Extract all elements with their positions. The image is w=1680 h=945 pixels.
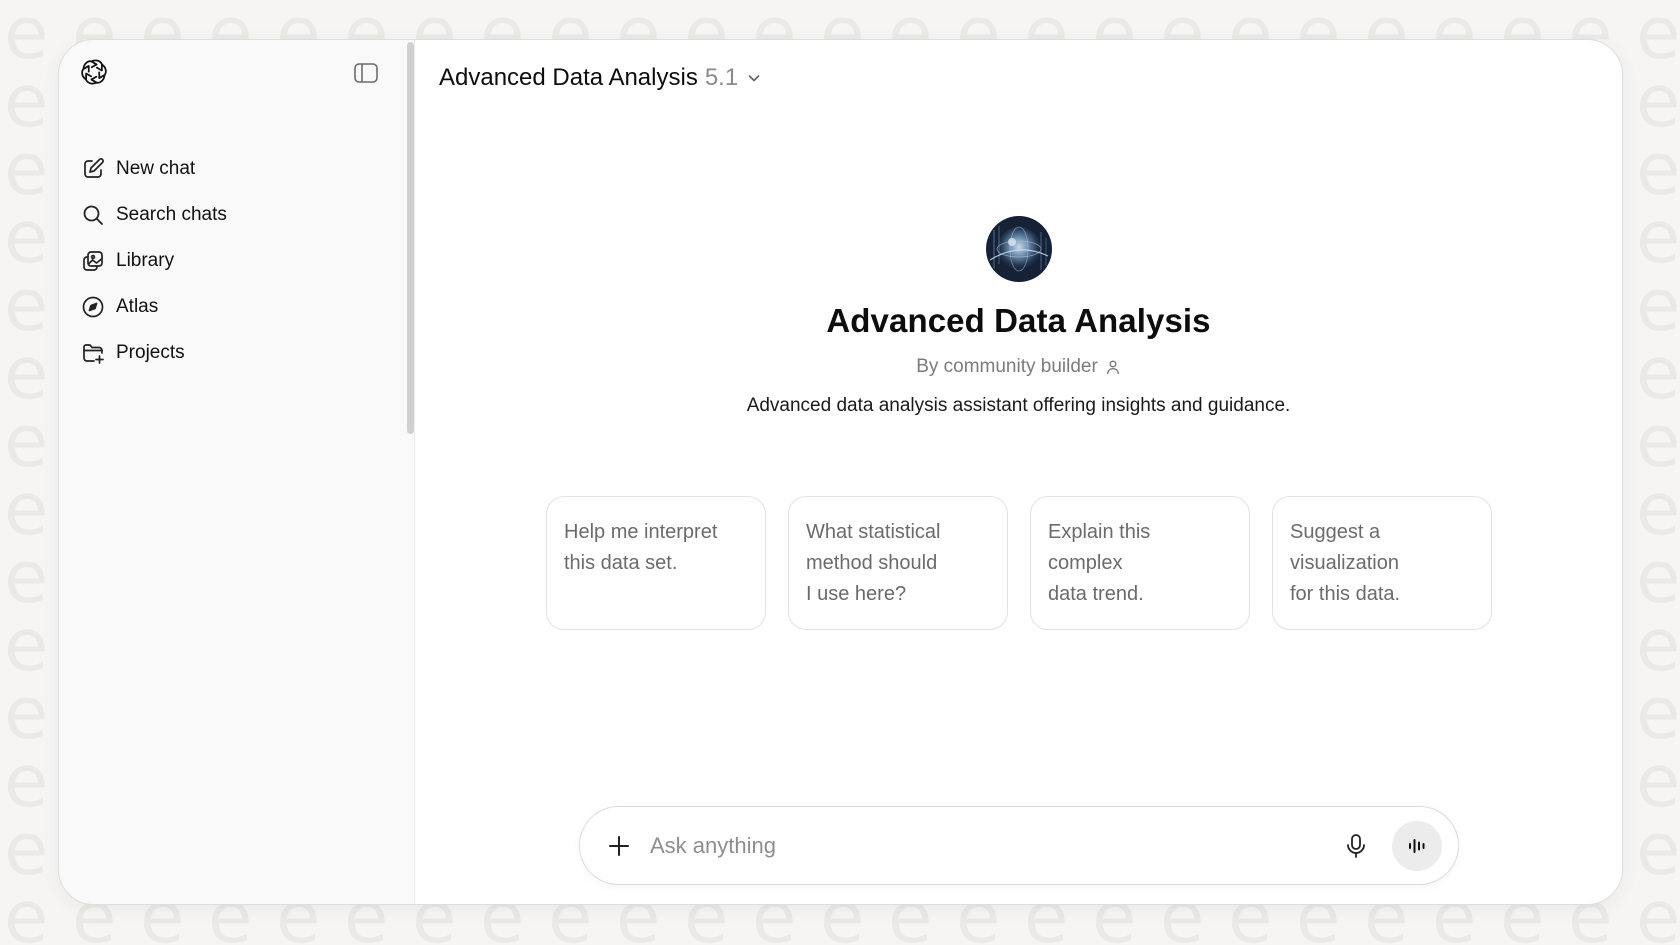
starter-line: visualization: [1290, 552, 1399, 574]
starter-card[interactable]: Explain this complex data trend.: [1030, 496, 1250, 630]
sidebar-item-label: New chat: [116, 158, 196, 179]
gpt-author[interactable]: By community builder: [415, 356, 1622, 378]
sidebar-item-library[interactable]: Library: [67, 238, 397, 284]
main-panel: Advanced Data Analysis 5.1 Advanced Data…: [415, 40, 1622, 904]
starter-line: Explain this: [1048, 521, 1151, 543]
search-icon: [81, 203, 105, 227]
starter-line: complex: [1048, 552, 1123, 574]
starter-line: method should: [806, 552, 938, 574]
message-composer: [579, 806, 1459, 885]
sidebar-item-label: Atlas: [116, 296, 159, 317]
sidebar-nav: New chat Search chats Library Atlas Proj…: [67, 146, 397, 376]
starter-card[interactable]: Suggest a visualization for this data.: [1272, 496, 1492, 630]
globe-data-avatar: [985, 216, 1052, 282]
sidebar-item-projects[interactable]: Projects: [67, 330, 397, 376]
starter-line: for this data.: [1290, 583, 1401, 605]
library-icon: [81, 249, 105, 273]
model-selector[interactable]: Advanced Data Analysis 5.1: [439, 60, 762, 96]
microphone-icon[interactable]: [1342, 832, 1370, 860]
starter-line: Suggest a: [1290, 521, 1381, 543]
sidebar-item-label: Search chats: [116, 204, 227, 225]
app-window: New chat Search chats Library Atlas Proj…: [58, 39, 1623, 905]
conversation-starters: Help me interpret this data set. What st…: [546, 496, 1492, 630]
model-name: Advanced Data Analysis: [439, 64, 698, 91]
folder-plus-icon: [81, 341, 105, 365]
voice-mode-icon[interactable]: [1392, 820, 1442, 871]
sidebar-item-label: Library: [116, 250, 175, 271]
starter-card[interactable]: Help me interpret this data set.: [546, 496, 766, 630]
sidebar-scrollbar[interactable]: [407, 42, 414, 434]
starter-line: this data set.: [564, 552, 678, 574]
person-icon: [1105, 359, 1121, 375]
author-label: By community builder: [916, 356, 1098, 377]
compass-icon: [81, 295, 105, 319]
openai-logo-icon[interactable]: [79, 57, 109, 87]
sidebar-item-search-chats[interactable]: Search chats: [67, 192, 397, 238]
chevron-down-icon: [746, 70, 762, 86]
gpt-description: Advanced data analysis assistant offerin…: [746, 395, 1291, 416]
model-version: 5.1: [704, 64, 739, 91]
gpt-intro: Advanced Data Analysis By community buil…: [415, 216, 1622, 417]
starter-line: I use here?: [806, 583, 907, 605]
starter-line: data trend.: [1048, 583, 1144, 605]
sidebar: New chat Search chats Library Atlas Proj…: [59, 40, 415, 904]
starter-line: Help me interpret: [564, 521, 718, 543]
plus-icon[interactable]: [604, 831, 634, 861]
gpt-title: Advanced Data Analysis: [826, 302, 1211, 339]
compose-icon: [81, 157, 105, 181]
prompt-input[interactable]: [650, 832, 1340, 859]
sidebar-item-label: Projects: [116, 342, 185, 363]
sidebar-item-new-chat[interactable]: New chat: [67, 146, 397, 192]
starter-line: What statistical: [806, 521, 941, 543]
starter-card[interactable]: What statistical method should I use her…: [788, 496, 1008, 630]
sidebar-item-atlas[interactable]: Atlas: [67, 284, 397, 330]
sidebar-toggle-icon[interactable]: [353, 61, 379, 85]
